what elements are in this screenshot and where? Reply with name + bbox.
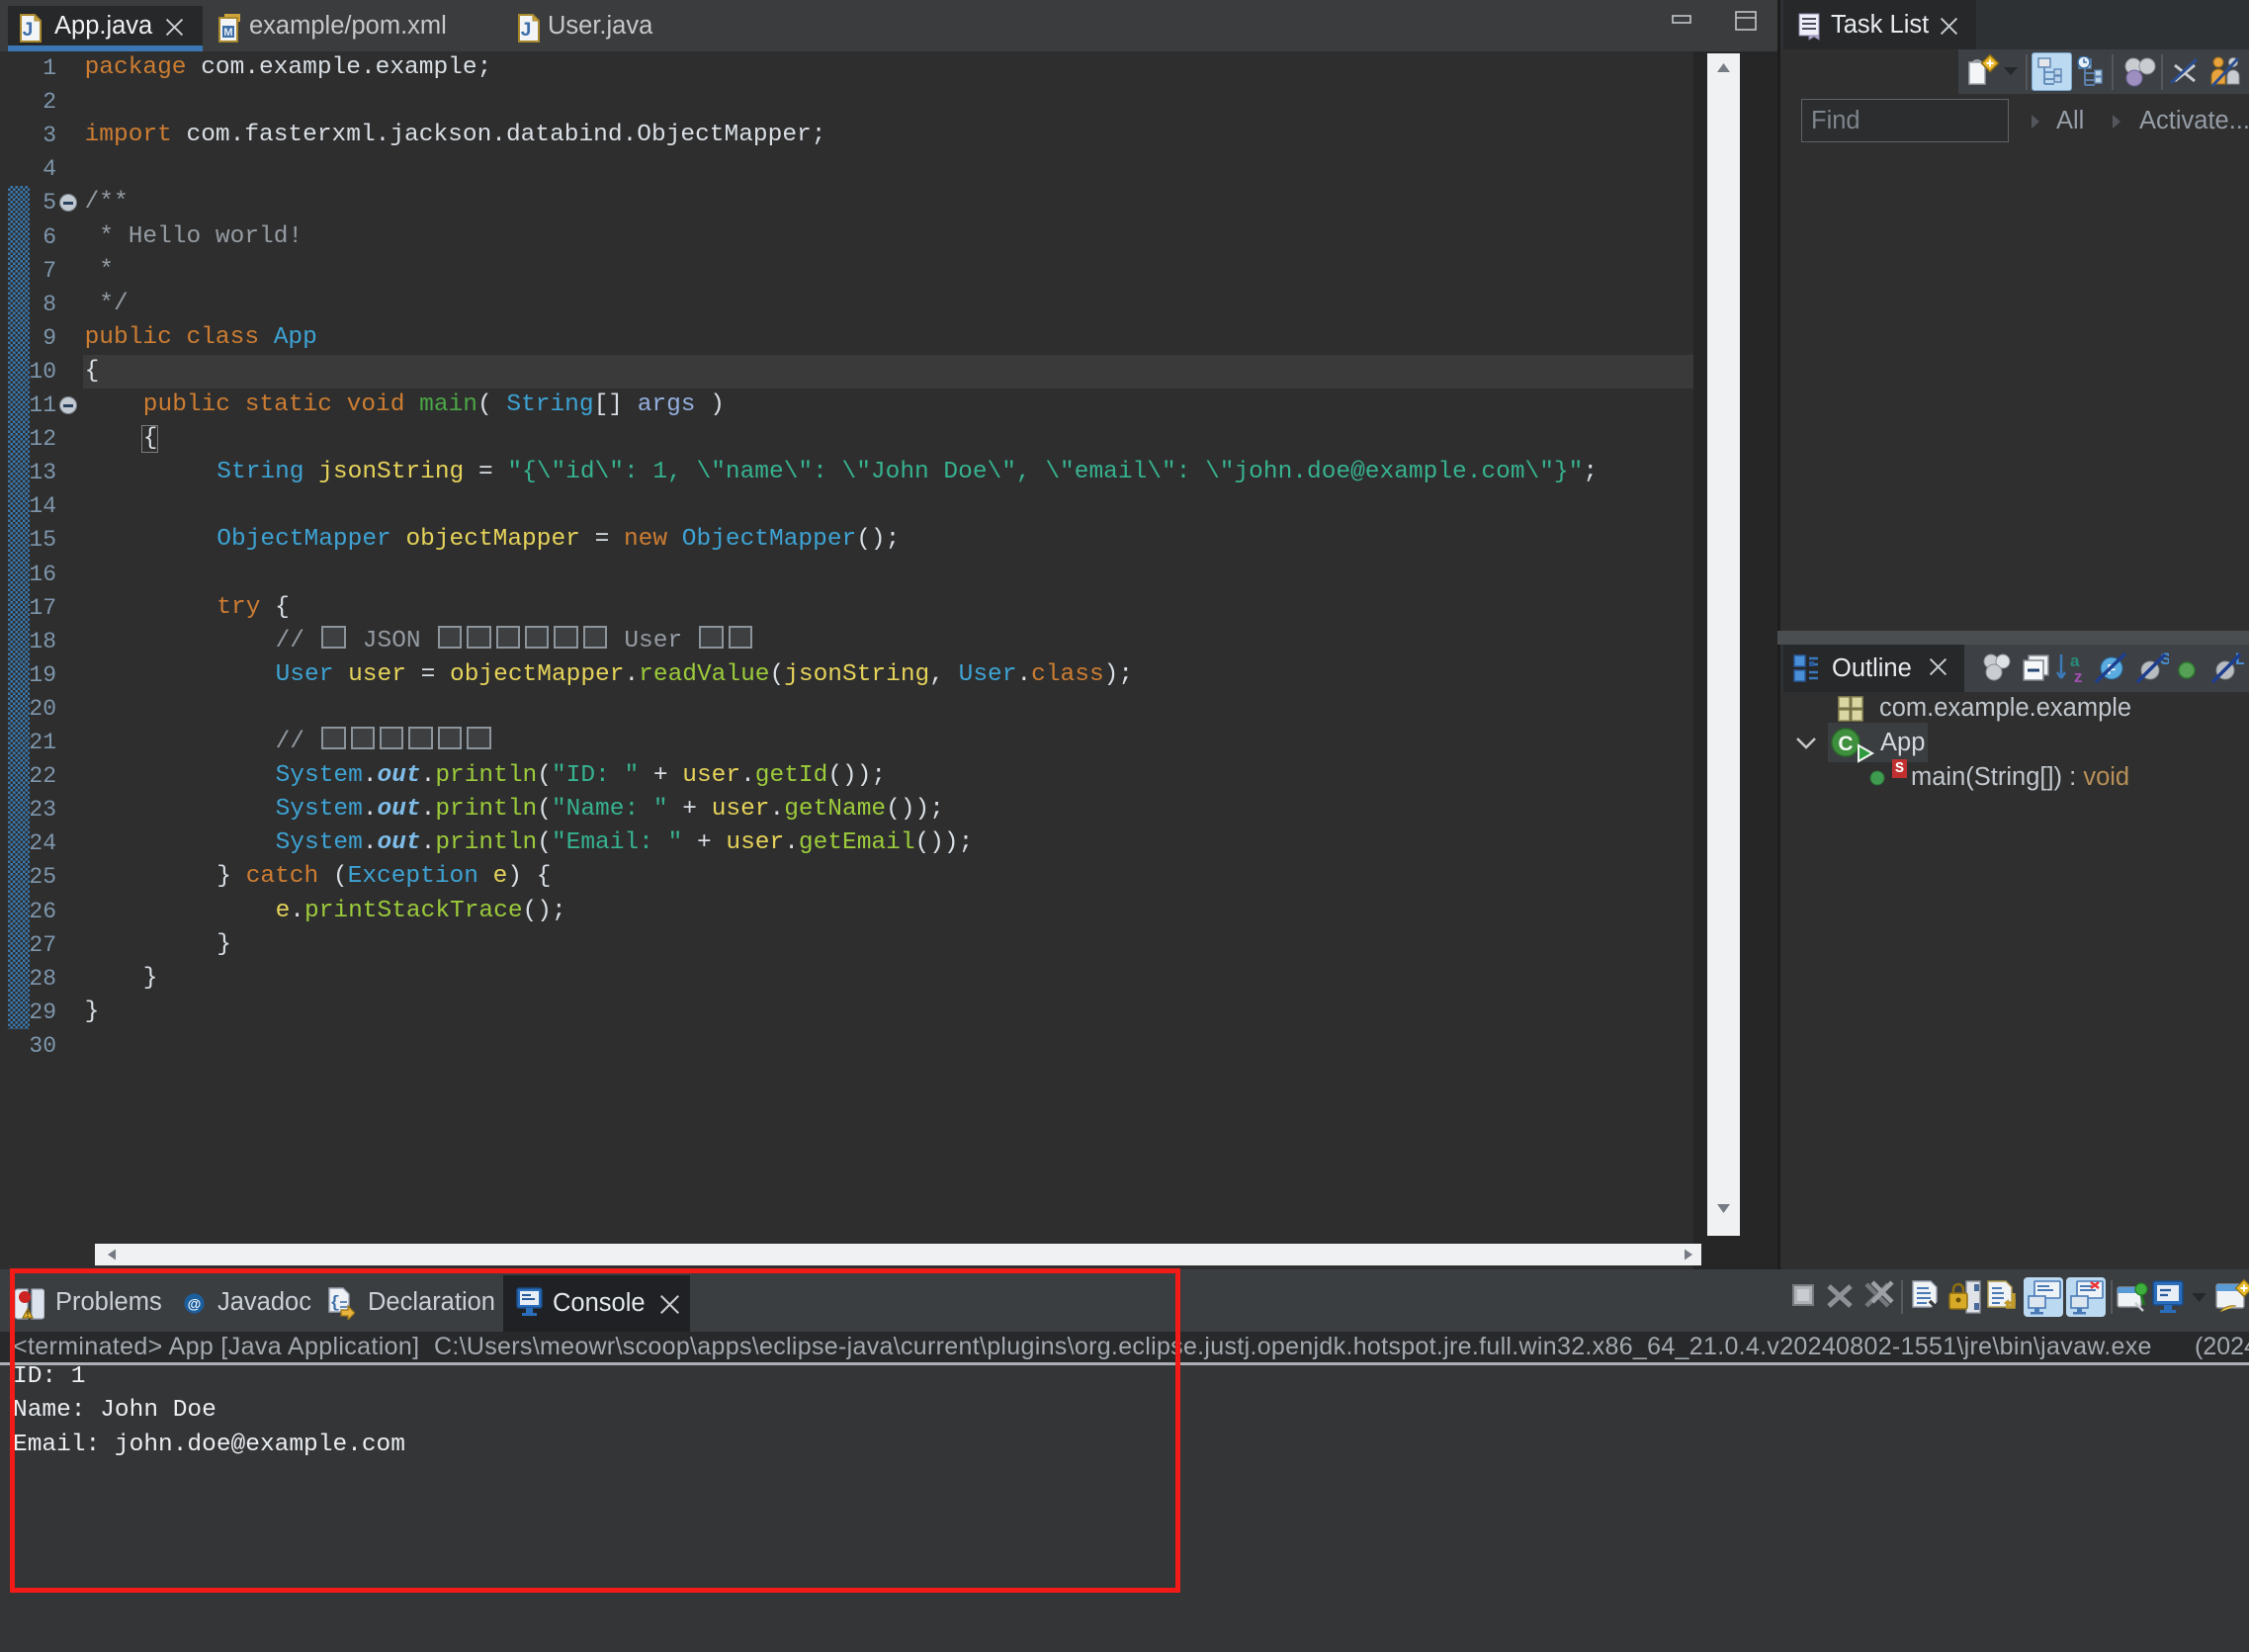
svg-text:z: z	[2074, 667, 2083, 686]
svg-text:J: J	[521, 20, 532, 41]
svg-text:C: C	[1838, 733, 1853, 755]
svg-text:J: J	[23, 20, 34, 41]
svg-text:M: M	[223, 27, 232, 39]
